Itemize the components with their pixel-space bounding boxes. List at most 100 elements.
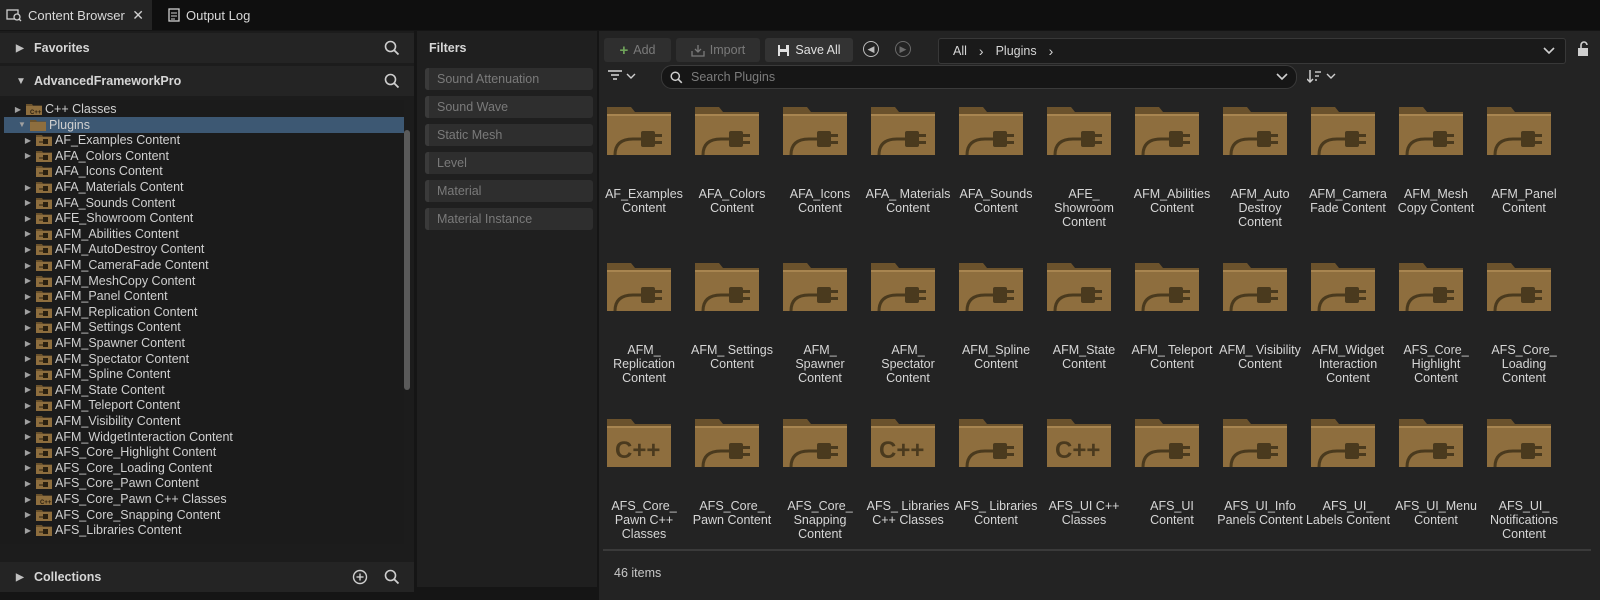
plugin-folder-tile[interactable]: AFS_UI_ Labels Content bbox=[1305, 405, 1391, 555]
back-button[interactable]: ◀ bbox=[863, 41, 879, 57]
search-icon[interactable] bbox=[384, 569, 400, 585]
plugin-folder-tile[interactable]: AFM_Auto Destroy Content bbox=[1217, 93, 1303, 243]
tree-item[interactable]: ▶ AFM_State Content bbox=[0, 382, 404, 398]
search-field[interactable]: Search Plugins bbox=[661, 65, 1297, 89]
chevron-right-icon[interactable]: ▶ bbox=[24, 432, 32, 441]
tree-item[interactable]: ▶ AFM_Spline Content bbox=[0, 366, 404, 382]
tree-item[interactable]: ▶ AFM_Visibility Content bbox=[0, 413, 404, 429]
plugin-folder-tile[interactable]: AFS_UI_Info Panels Content bbox=[1217, 405, 1303, 555]
tree-item[interactable]: ▶ AFS_Libraries Content bbox=[0, 522, 404, 538]
filter-chip[interactable]: Material Instance bbox=[425, 208, 593, 230]
close-icon[interactable]: ✕ bbox=[132, 7, 144, 24]
plugin-folder-tile[interactable]: AFS_Core_ Snapping Content bbox=[777, 405, 863, 555]
plugin-folder-tile[interactable]: AFM_Widget Interaction Content bbox=[1305, 249, 1391, 399]
chevron-right-icon[interactable]: › bbox=[1049, 43, 1054, 59]
chevron-right-icon[interactable]: ▶ bbox=[24, 385, 32, 394]
chevron-right-icon[interactable]: ▶ bbox=[24, 370, 32, 379]
tree-item[interactable]: ▶ AFM_Replication Content bbox=[0, 304, 404, 320]
chevron-right-icon[interactable]: ▶ bbox=[24, 339, 32, 348]
chevron-right-icon[interactable]: ▶ bbox=[24, 307, 32, 316]
chevron-right-icon[interactable]: ▶ bbox=[16, 572, 26, 583]
search-icon[interactable] bbox=[384, 40, 400, 56]
search-icon[interactable] bbox=[384, 73, 400, 89]
tree-item[interactable]: ▶ C++ C++ Classes bbox=[0, 101, 404, 117]
add-circle-icon[interactable] bbox=[352, 569, 368, 585]
plugin-folder-tile[interactable]: AFM_Mesh Copy Content bbox=[1393, 93, 1479, 243]
chevron-right-icon[interactable]: ▶ bbox=[24, 151, 32, 160]
chevron-right-icon[interactable]: ▶ bbox=[24, 229, 32, 238]
chevron-right-icon[interactable]: ▶ bbox=[24, 448, 32, 457]
cpp-classes-folder-tile[interactable]: C++ AFS_UI C++ Classes bbox=[1041, 405, 1127, 555]
chevron-right-icon[interactable]: ▶ bbox=[24, 136, 32, 145]
filter-chip[interactable]: Level bbox=[425, 152, 593, 174]
tree-item[interactable]: ▶ AFS_Core_Pawn Content bbox=[0, 475, 404, 491]
tree-item[interactable]: ▶ AFE_Showroom Content bbox=[0, 210, 404, 226]
plugin-folder-tile[interactable]: AFS_UI Content bbox=[1129, 405, 1215, 555]
tree-item[interactable]: ▶ AFM_MeshCopy Content bbox=[0, 273, 404, 289]
tree-scrollbar[interactable] bbox=[404, 130, 410, 390]
breadcrumb-plugins[interactable]: Plugins bbox=[996, 44, 1037, 58]
plugin-folder-tile[interactable]: AFM_ Visibility Content bbox=[1217, 249, 1303, 399]
chevron-down-icon[interactable] bbox=[1276, 73, 1288, 81]
chevron-right-icon[interactable]: ▶ bbox=[24, 417, 32, 426]
tree-item[interactable]: ▶ AFA_Colors Content bbox=[0, 148, 404, 164]
tree-item[interactable]: ▶ AFA_Materials Content bbox=[0, 179, 404, 195]
plugin-folder-tile[interactable]: AFM_State Content bbox=[1041, 249, 1127, 399]
breadcrumb-all[interactable]: All bbox=[953, 44, 967, 58]
sort-icon[interactable] bbox=[1307, 69, 1339, 83]
chevron-right-icon[interactable]: ▶ bbox=[24, 401, 32, 410]
save-all-button[interactable]: Save All bbox=[765, 38, 853, 62]
tree-item[interactable]: ▶ AF_Examples Content bbox=[0, 132, 404, 148]
filter-chip[interactable]: Material bbox=[425, 180, 593, 202]
collections-header[interactable]: ▶ Collections bbox=[0, 562, 414, 592]
plugin-folder-tile[interactable]: AFA_Sounds Content bbox=[953, 93, 1039, 243]
tab-output-log[interactable]: Output Log bbox=[168, 0, 250, 30]
tree-item[interactable]: ▶ AFM_Teleport Content bbox=[0, 397, 404, 413]
plugin-folder-tile[interactable]: AFS_Core_ Pawn Content bbox=[689, 405, 775, 555]
chevron-right-icon[interactable]: ▶ bbox=[24, 261, 32, 270]
plugin-folder-tile[interactable]: AFS_ Libraries Content bbox=[953, 405, 1039, 555]
plugin-folder-tile[interactable]: AF_Examples Content bbox=[601, 93, 687, 243]
import-button[interactable]: Import bbox=[676, 38, 760, 62]
chevron-down-icon[interactable] bbox=[1543, 47, 1555, 55]
tree-item[interactable]: ▶ AFM_Spectator Content bbox=[0, 351, 404, 367]
chevron-right-icon[interactable]: ▶ bbox=[24, 479, 32, 488]
cpp-classes-folder-tile[interactable]: C++ AFS_Core_ Pawn C++ Classes bbox=[601, 405, 687, 555]
favorites-header[interactable]: ▶ Favorites bbox=[0, 33, 414, 63]
filter-chip[interactable]: Sound Wave bbox=[425, 96, 593, 118]
plugin-folder-tile[interactable]: AFA_ Materials Content bbox=[865, 93, 951, 243]
chevron-right-icon[interactable]: ▶ bbox=[24, 495, 32, 504]
chevron-right-icon[interactable]: ▶ bbox=[24, 198, 32, 207]
plugin-folder-tile[interactable]: AFM_Abilities Content bbox=[1129, 93, 1215, 243]
tree-item[interactable]: ▶ AFS_Core_Loading Content bbox=[0, 460, 404, 476]
plugin-folder-tile[interactable]: AFM_ Spawner Content bbox=[777, 249, 863, 399]
plugin-folder-tile[interactable]: AFS_Core_ Loading Content bbox=[1481, 249, 1567, 399]
chevron-right-icon[interactable]: ▶ bbox=[24, 526, 32, 535]
cpp-classes-folder-tile[interactable]: C++ AFS_ Libraries C++ Classes bbox=[865, 405, 951, 555]
chevron-right-icon[interactable]: › bbox=[979, 43, 984, 59]
tree-item[interactable]: ▶ AFS_Core_Snapping Content bbox=[0, 507, 404, 523]
tab-content-browser[interactable]: Content Browser ✕ bbox=[0, 0, 152, 30]
forward-button[interactable]: ▶ bbox=[895, 41, 911, 57]
plugin-folder-tile[interactable]: AFM_ Settings Content bbox=[689, 249, 775, 399]
tree-item[interactable]: ▶ AFM_Panel Content bbox=[0, 288, 404, 304]
chevron-right-icon[interactable]: ▶ bbox=[24, 354, 32, 363]
lock-icon[interactable] bbox=[1577, 41, 1591, 57]
plugin-folder-tile[interactable]: AFM_Panel Content bbox=[1481, 93, 1567, 243]
chevron-down-icon[interactable]: ▼ bbox=[18, 120, 26, 129]
chevron-right-icon[interactable]: ▶ bbox=[24, 323, 32, 332]
tree-item[interactable]: ▶ AFA_Sounds Content bbox=[0, 195, 404, 211]
plugin-folder-tile[interactable]: AFS_UI_Menu Content bbox=[1393, 405, 1479, 555]
tree-item[interactable]: ▶ AFM_Spawner Content bbox=[0, 335, 404, 351]
plugin-folder-tile[interactable]: AFA_Colors Content bbox=[689, 93, 775, 243]
filter-icon[interactable] bbox=[607, 69, 637, 83]
plugin-folder-tile[interactable]: AFM_Camera Fade Content bbox=[1305, 93, 1391, 243]
tree-item[interactable]: ▶ AFM_CameraFade Content bbox=[0, 257, 404, 273]
tree-item[interactable]: ▶ AFS_Core_Highlight Content bbox=[0, 444, 404, 460]
chevron-right-icon[interactable]: ▶ bbox=[24, 245, 32, 254]
tree-item[interactable]: ▼ Plugins bbox=[4, 116, 404, 133]
tree-item[interactable]: ▶ AFM_Abilities Content bbox=[0, 226, 404, 242]
chevron-right-icon[interactable]: ▶ bbox=[24, 276, 32, 285]
chevron-right-icon[interactable]: ▶ bbox=[24, 463, 32, 472]
chevron-right-icon[interactable]: ▶ bbox=[24, 183, 32, 192]
